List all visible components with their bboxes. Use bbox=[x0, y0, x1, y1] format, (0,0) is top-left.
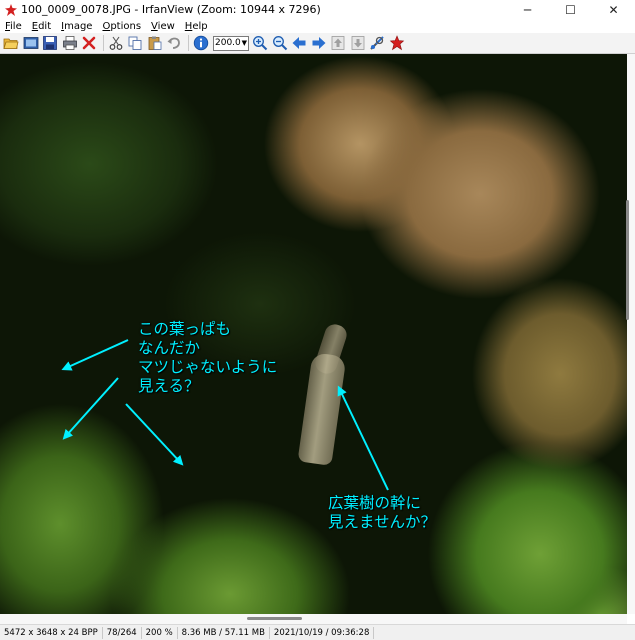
menu-options[interactable]: Options bbox=[97, 21, 146, 32]
vertical-scrollbar[interactable] bbox=[627, 54, 635, 614]
info-icon[interactable] bbox=[192, 34, 210, 52]
annotation-arrows bbox=[61, 339, 389, 491]
prev-arrow-icon[interactable] bbox=[290, 34, 308, 52]
menu-file[interactable]: File bbox=[0, 21, 27, 32]
status-datetime: 2021/10/19 / 09:36:28 bbox=[270, 626, 375, 639]
window-title: 100_0009_0078.JPG - IrfanView (Zoom: 109… bbox=[21, 3, 321, 16]
page-down-icon[interactable] bbox=[349, 34, 367, 52]
menu-view[interactable]: View bbox=[146, 21, 180, 32]
toolbar: 200.0 ▼ bbox=[0, 33, 635, 54]
slideshow-icon[interactable] bbox=[22, 34, 40, 52]
status-zoom: 200 % bbox=[142, 626, 178, 639]
arrow-3 bbox=[125, 403, 184, 466]
next-arrow-icon[interactable] bbox=[310, 34, 328, 52]
irfanview-app-icon bbox=[5, 3, 17, 16]
arrow-1 bbox=[61, 339, 129, 371]
title-bar: 100_0009_0078.JPG - IrfanView (Zoom: 109… bbox=[0, 0, 635, 19]
paste-icon[interactable] bbox=[146, 34, 164, 52]
image-canvas[interactable]: この葉っぱも なんだか マツじゃないように 見える？ 広葉樹の幹に 見えませんか… bbox=[0, 54, 627, 614]
annotation-line: 見える？ bbox=[138, 377, 200, 395]
annotation-line: この葉っぱも bbox=[138, 320, 232, 338]
cut-icon[interactable] bbox=[107, 34, 125, 52]
page-up-icon[interactable] bbox=[329, 34, 347, 52]
horizontal-scroll-thumb[interactable] bbox=[247, 617, 302, 620]
delete-icon[interactable] bbox=[80, 34, 98, 52]
annotation-right-text: 広葉樹の幹に 見えませんか？ bbox=[328, 494, 436, 532]
menu-bar: File Edit Image Options View Help bbox=[0, 19, 635, 33]
status-bar: 5472 x 3648 x 24 BPP 78/264 200 % 8.36 M… bbox=[0, 624, 635, 640]
toolbar-separator bbox=[102, 35, 104, 51]
toolbar-separator bbox=[187, 35, 189, 51]
minimize-button[interactable]: ─ bbox=[506, 0, 549, 19]
arrow-2 bbox=[62, 377, 119, 440]
menu-image[interactable]: Image bbox=[56, 21, 97, 32]
zoom-out-icon[interactable] bbox=[271, 34, 289, 52]
copy-icon[interactable] bbox=[126, 34, 144, 52]
annotation-line: なんだか bbox=[138, 339, 201, 357]
menu-help[interactable]: Help bbox=[180, 21, 213, 32]
print-icon[interactable] bbox=[61, 34, 79, 52]
status-memory: 8.36 MB / 57.11 MB bbox=[178, 626, 270, 639]
status-index: 78/264 bbox=[103, 626, 142, 639]
close-button[interactable]: ✕ bbox=[592, 0, 635, 19]
zoom-value: 200.0 bbox=[215, 38, 241, 48]
save-icon[interactable] bbox=[41, 34, 59, 52]
horizontal-scrollbar[interactable] bbox=[0, 614, 627, 624]
status-dimensions: 5472 x 3648 x 24 BPP bbox=[0, 626, 103, 639]
maximize-button[interactable]: ☐ bbox=[549, 0, 592, 19]
annotation-left-text: この葉っぱも なんだか マツじゃないように 見える？ bbox=[138, 320, 277, 396]
annotation-line: マツじゃないように bbox=[138, 358, 278, 376]
zoom-in-icon[interactable] bbox=[251, 34, 269, 52]
zoom-select[interactable]: 200.0 ▼ bbox=[213, 35, 249, 51]
settings-icon[interactable] bbox=[368, 34, 386, 52]
arrow-4 bbox=[337, 385, 389, 491]
menu-edit[interactable]: Edit bbox=[27, 21, 56, 32]
open-folder-icon[interactable] bbox=[2, 34, 20, 52]
vertical-scroll-thumb[interactable] bbox=[626, 200, 629, 320]
chevron-down-icon: ▼ bbox=[241, 39, 247, 47]
annotation-line: 広葉樹の幹に bbox=[328, 494, 422, 512]
exit-icon[interactable] bbox=[388, 34, 406, 52]
undo-icon[interactable] bbox=[165, 34, 183, 52]
annotation-line: 見えませんか？ bbox=[328, 513, 437, 531]
